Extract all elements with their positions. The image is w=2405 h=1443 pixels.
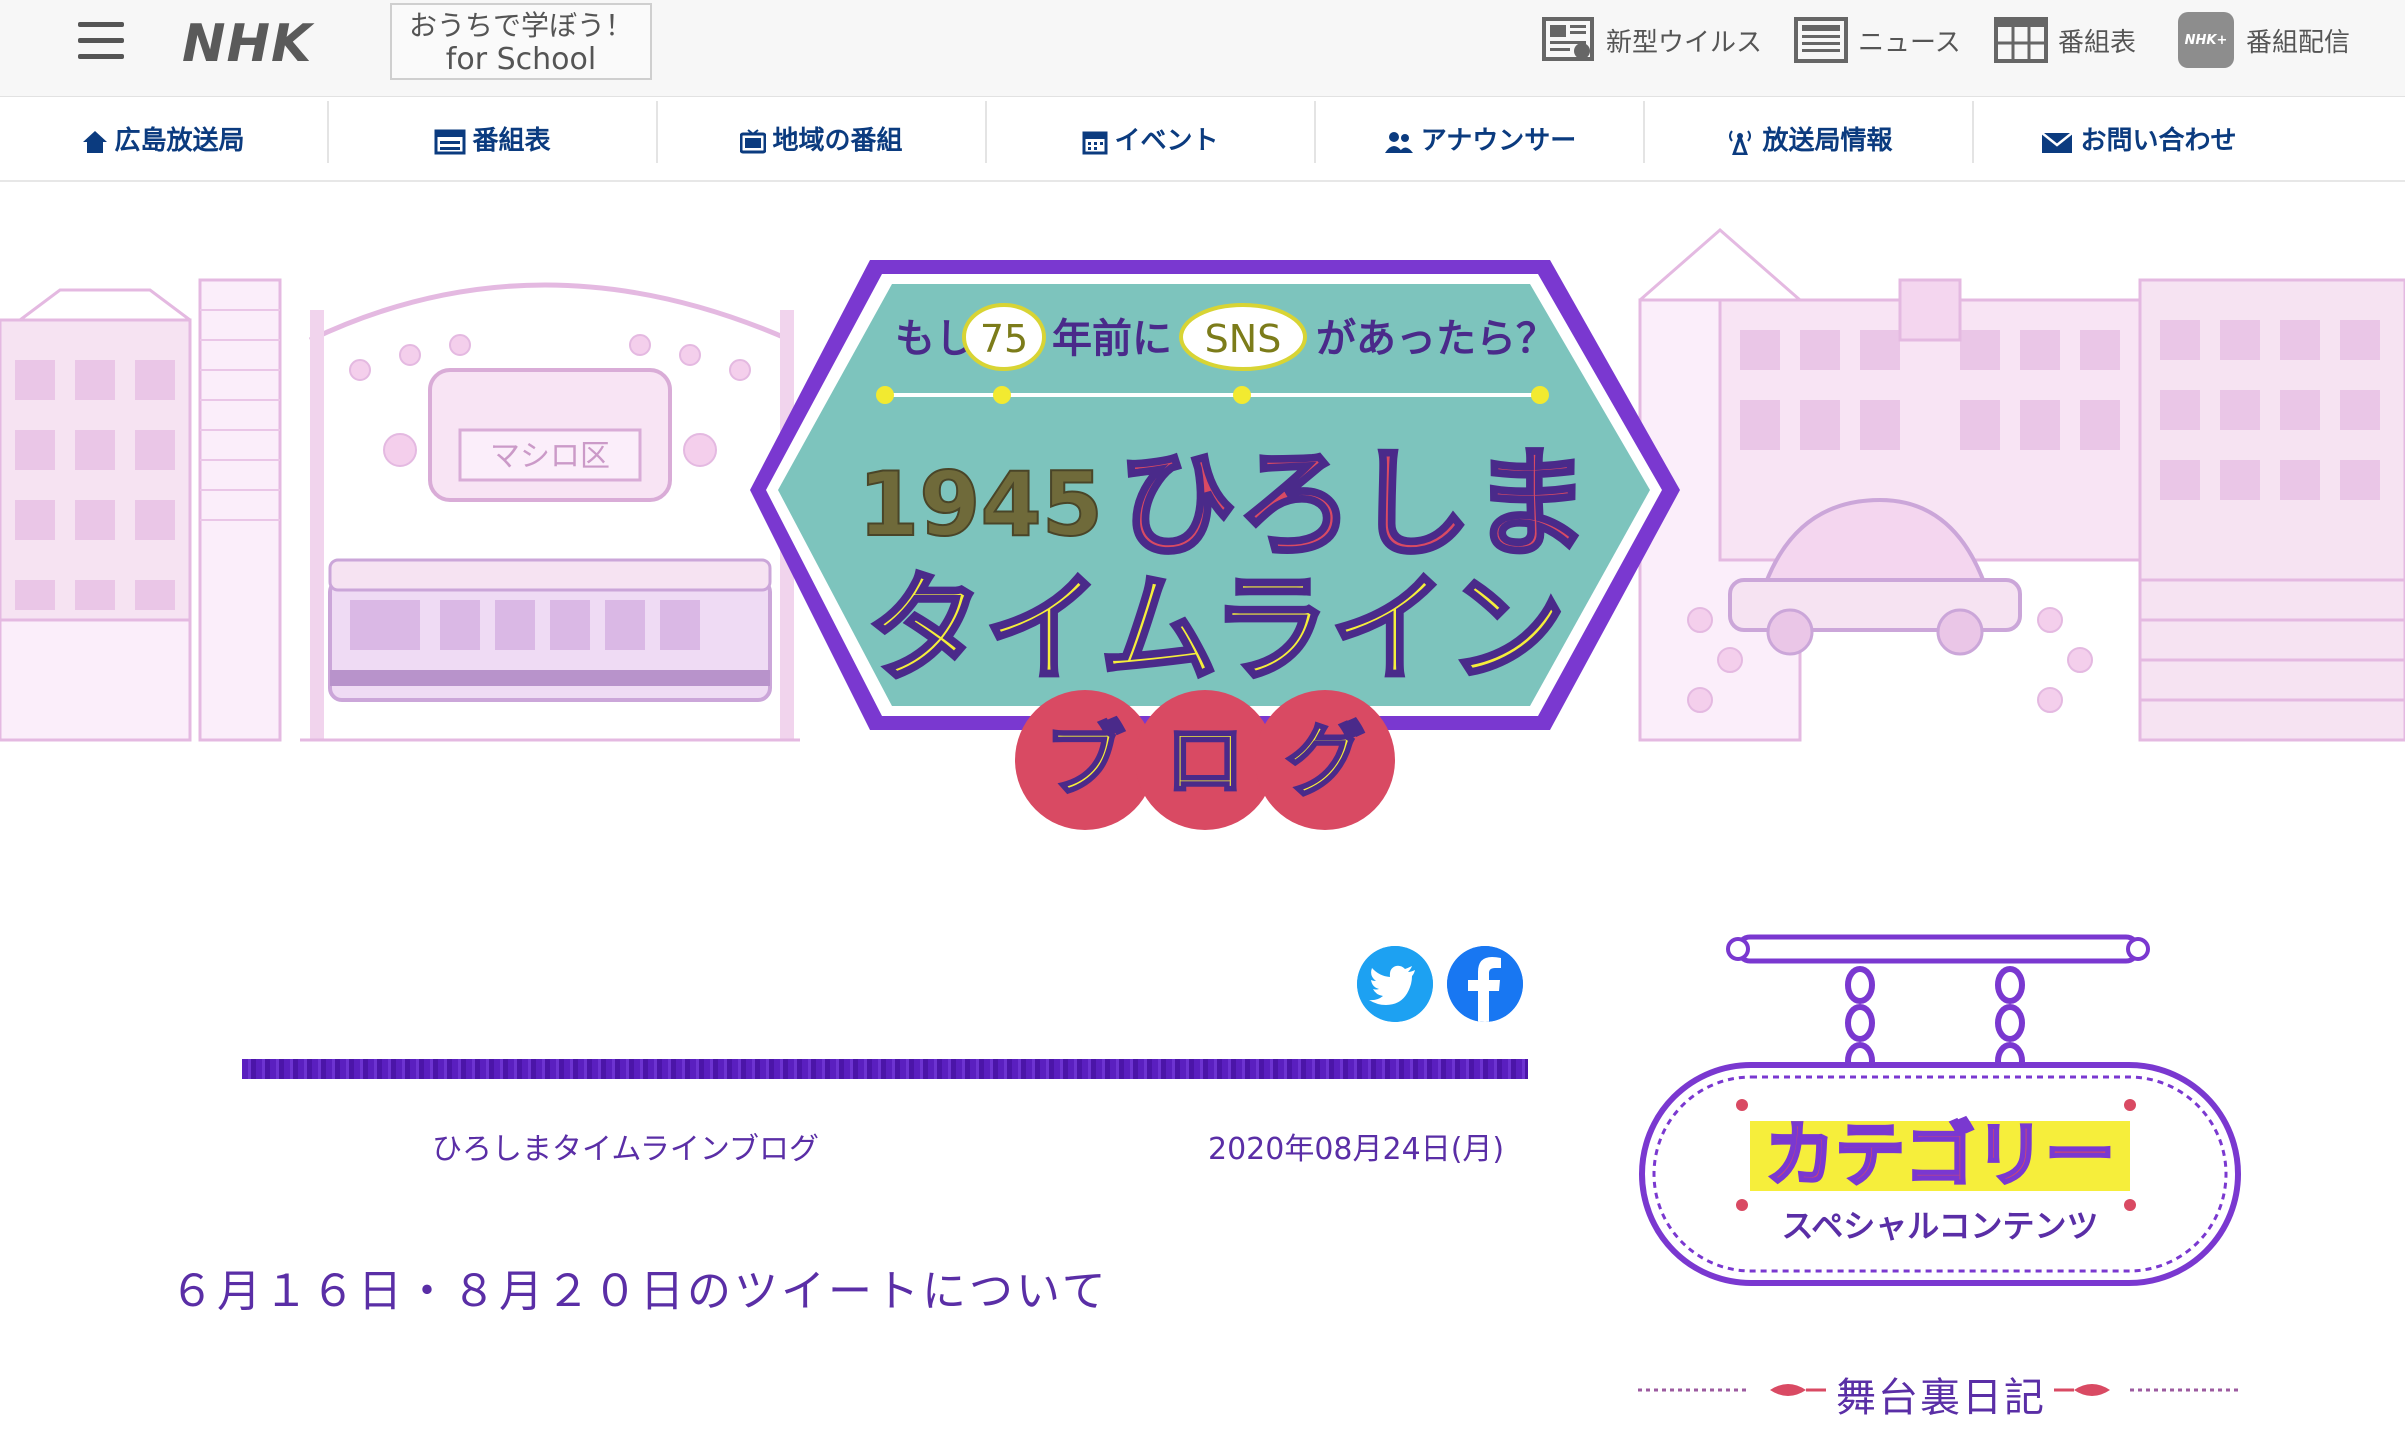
nav-item-events[interactable]: イベント (987, 101, 1316, 163)
timeline-blog-banner: マシロ区 もし 75 年前に SNS があったら？ 1945 ひろしま タイムラ… (0, 228, 2405, 830)
news-icon (1794, 17, 1848, 63)
for-school-line1: おうちで学ぼう！ (408, 9, 633, 42)
nav-item-label: 地域の番組 (772, 126, 903, 156)
for-school-line2: for School (445, 42, 597, 77)
article-date: 2020年08月24日(月) (1208, 1132, 1505, 1167)
tagline-post: があったら？ (1316, 316, 1556, 362)
home-icon (83, 131, 108, 153)
menu-icon[interactable] (78, 22, 124, 62)
nav-item-label: 番組表 (472, 126, 551, 156)
category-sign-subtitle: スペシャルコンテンツ (1781, 1207, 2098, 1245)
article-title: ６月１６日・８月２０日のツイートについて (170, 1266, 1109, 1317)
right-town-illustration (1630, 228, 2405, 750)
station-sign-text: マシロ区 (490, 439, 610, 474)
category-sign: カテゴリー スペシャルコンテンツ (1639, 934, 2241, 1286)
covid-news-label: 新型ウイルス (1606, 27, 1763, 58)
nav-item-local-programs[interactable]: 地域の番組 (658, 101, 987, 163)
tv-icon (740, 129, 767, 154)
schedule-grid-icon (1994, 17, 2048, 63)
category-sign-title: カテゴリー (1765, 1114, 2115, 1196)
banner-title-yellow: タイムライン (866, 560, 1566, 698)
global-header: NHK おうちで学ぼう！ for School 新型ウイルス ニュース 番組表 … (0, 0, 2405, 97)
behind-the-scenes-link[interactable]: 舞台裏日記 (1836, 1365, 2046, 1423)
blog-char-3: グ (1285, 714, 1365, 807)
nav-item-contact[interactable]: お問い合わせ (1974, 101, 2303, 163)
for-school-button[interactable]: おうちで学ぼう！ for School (390, 3, 652, 80)
blog-char-2: ロ (1165, 714, 1245, 807)
schedule-label: 番組表 (2058, 27, 2137, 58)
twitter-share-icon[interactable] (1357, 946, 1433, 1022)
mail-icon (2041, 132, 2074, 153)
nav-item-label: アナウンサー (1420, 126, 1577, 156)
antenna-icon (1729, 130, 1752, 155)
nhk-plus-label: 番組配信 (2246, 27, 2351, 58)
virus-news-icon (1542, 17, 1594, 61)
nav-item-schedule[interactable]: 番組表 (329, 101, 658, 163)
article-divider (242, 1059, 1528, 1079)
blog-char-1: ブ (1045, 714, 1125, 807)
nhk-plus-link[interactable]: NHK+ 番組配信 (2178, 12, 2351, 68)
tagline-mid: 年前に (1052, 316, 1172, 362)
schedule-link[interactable]: 番組表 (1994, 14, 2136, 66)
nhk-plus-icon: NHK+ (2178, 12, 2234, 68)
banner-title-red: ひろしま (1118, 435, 1590, 573)
nav-item-hiroshima[interactable]: 広島放送局 (0, 101, 329, 163)
left-town-illustration: マシロ区 (0, 278, 800, 750)
banner-year: 1945 (858, 453, 1103, 556)
nav-item-label: お問い合わせ (2080, 126, 2237, 156)
nav-item-label: 広島放送局 (114, 126, 245, 156)
facebook-share-icon[interactable] (1447, 946, 1523, 1022)
station-nav: 広島放送局 番組表 地域の番組 イベント アナウンサー 放送局情報 お問い合わせ (0, 97, 2405, 182)
tagline-sns: SNS (1205, 317, 1282, 361)
news-label: ニュース (1858, 27, 1961, 58)
nav-item-label: イベント (1114, 126, 1219, 156)
tv-guide-icon (434, 129, 466, 155)
tagline-number: 75 (980, 317, 1028, 361)
people-icon (1384, 132, 1413, 153)
nhk-logo[interactable]: NHK (182, 14, 312, 74)
article-category-link[interactable]: ひろしまタイムラインブログ (432, 1124, 819, 1168)
news-link[interactable]: ニュース (1794, 14, 1961, 66)
nav-item-announcers[interactable]: アナウンサー (1316, 101, 1645, 163)
banner-logo: もし 75 年前に SNS があったら？ 1945 ひろしま タイムライン ブ … (750, 260, 1680, 830)
nav-item-label: 放送局情報 (1762, 126, 1893, 156)
nav-item-station-info[interactable]: 放送局情報 (1645, 101, 1974, 163)
calendar-icon (1082, 131, 1108, 155)
covid-news-link[interactable]: 新型ウイルス (1542, 14, 1762, 66)
